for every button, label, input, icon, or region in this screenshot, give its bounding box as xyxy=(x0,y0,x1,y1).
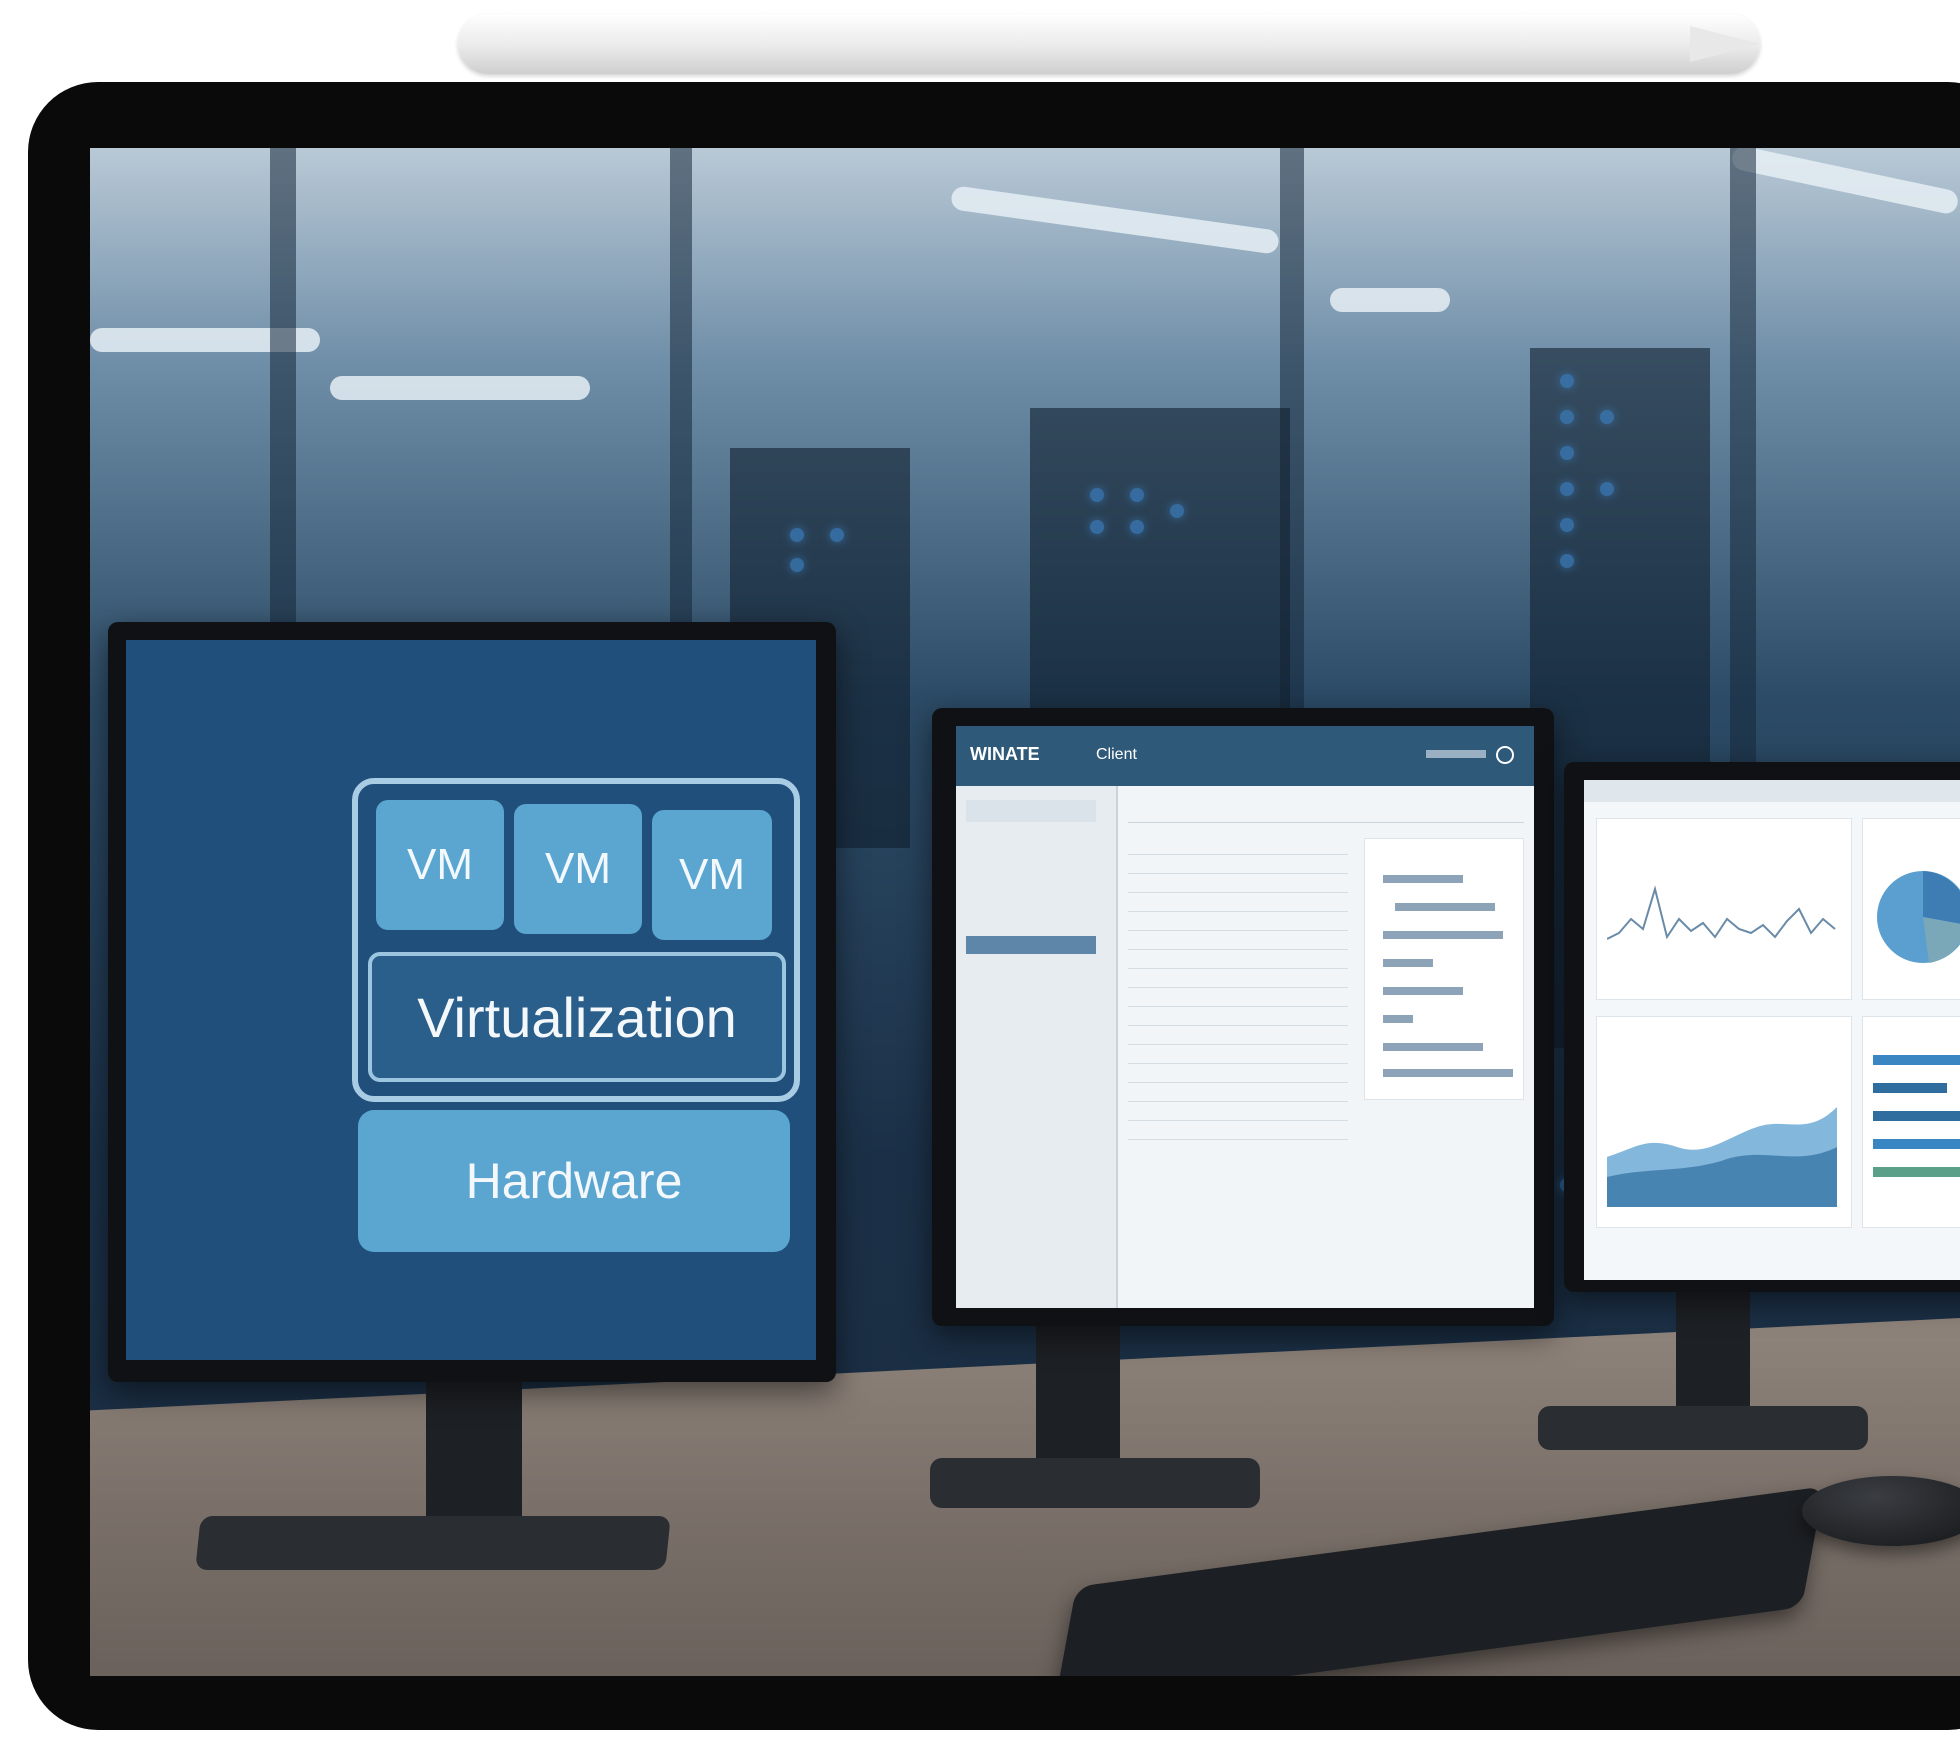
sidebar-item[interactable] xyxy=(966,960,1096,978)
bar xyxy=(1873,1167,1960,1177)
detail-bar xyxy=(1383,931,1503,939)
detail-bar xyxy=(1383,1069,1513,1077)
table-row xyxy=(1128,893,1348,912)
table-row xyxy=(1128,1064,1348,1083)
table-row xyxy=(1128,855,1348,874)
server-led xyxy=(790,528,804,542)
virtualization-label: Virtualization xyxy=(417,985,737,1049)
server-led xyxy=(830,528,844,542)
stylus xyxy=(458,14,1760,74)
vm-box: VM xyxy=(514,804,642,934)
hardware-layer: Hardware xyxy=(358,1110,790,1252)
app-header: WINATE Client xyxy=(956,726,1534,786)
bar xyxy=(1873,1083,1947,1093)
table-row xyxy=(1128,912,1348,931)
line-chart-card xyxy=(1596,818,1852,1000)
sidebar-item[interactable] xyxy=(966,912,1096,930)
sidebar-item[interactable] xyxy=(966,832,1096,850)
area-chart xyxy=(1607,1107,1837,1207)
stylus-tip xyxy=(1690,26,1760,62)
table-row xyxy=(1128,931,1348,950)
server-led xyxy=(1560,410,1574,424)
sidebar-item-selected[interactable] xyxy=(966,936,1096,954)
detail-bar xyxy=(1383,1015,1413,1023)
detail-panel xyxy=(1364,838,1524,1100)
server-led xyxy=(1600,482,1614,496)
line-chart xyxy=(1607,885,1836,940)
server-led xyxy=(1090,488,1104,502)
pie-chart-card xyxy=(1862,818,1960,1000)
server-led xyxy=(1130,520,1144,534)
sidebar-item[interactable] xyxy=(966,872,1096,890)
sidebar-item[interactable] xyxy=(966,892,1096,910)
ceiling-light xyxy=(330,376,590,400)
vm-box: VM xyxy=(652,810,772,940)
vm-label: VM xyxy=(679,850,745,899)
table-row xyxy=(1128,1083,1348,1102)
server-led xyxy=(1130,488,1144,502)
server-led xyxy=(1600,410,1614,424)
middle-monitor-screen: WINATE Client xyxy=(956,726,1534,1308)
tablet-screen: VM VM VM Virtualization Hardware WINATE … xyxy=(90,148,1960,1676)
ceiling-light xyxy=(1330,288,1450,312)
detail-bar xyxy=(1383,875,1463,883)
detail-bar xyxy=(1395,903,1495,911)
toolbar xyxy=(1128,796,1524,823)
table-row xyxy=(1128,1121,1348,1140)
bar xyxy=(1873,1139,1960,1149)
virtualization-layer: Virtualization xyxy=(368,952,786,1082)
hardware-label: Hardware xyxy=(465,1153,683,1209)
server-led xyxy=(1560,446,1574,460)
vm-label: VM xyxy=(545,844,611,893)
server-led xyxy=(1560,374,1574,388)
server-led xyxy=(1090,520,1104,534)
sidebar-item[interactable] xyxy=(966,800,1096,822)
detail-bar xyxy=(1383,959,1433,967)
monitor-base xyxy=(930,1458,1260,1508)
monitor-stand xyxy=(1036,1312,1120,1476)
table-row xyxy=(1128,836,1348,855)
table-row xyxy=(1128,1007,1348,1026)
app-title: WINATE xyxy=(970,744,1040,764)
table-row xyxy=(1128,1045,1348,1064)
vm-box: VM xyxy=(376,800,504,930)
sidebar-item[interactable] xyxy=(966,980,1096,998)
app-subtitle: Client xyxy=(1096,746,1137,763)
detail-bar xyxy=(1383,987,1463,995)
settings-icon[interactable] xyxy=(1496,746,1514,764)
table-row xyxy=(1128,1102,1348,1121)
table-row xyxy=(1128,874,1348,893)
bar xyxy=(1873,1111,1960,1121)
table-row xyxy=(1128,988,1348,1007)
table-row xyxy=(1128,950,1348,969)
server-led xyxy=(1560,482,1574,496)
server-led xyxy=(790,558,804,572)
right-monitor-screen xyxy=(1584,780,1960,1280)
detail-bar xyxy=(1383,1043,1483,1051)
header-user-area[interactable] xyxy=(1426,750,1486,758)
table-row xyxy=(1128,969,1348,988)
ceiling-light xyxy=(949,185,1281,255)
vm-label: VM xyxy=(407,840,473,889)
bar xyxy=(1873,1055,1960,1065)
server-led xyxy=(1560,554,1574,568)
ceiling-light xyxy=(1730,148,1960,216)
server-led xyxy=(1170,504,1184,518)
properties-table xyxy=(1128,836,1348,1146)
area-chart-card xyxy=(1596,1016,1852,1228)
pie-chart xyxy=(1877,871,1960,963)
table-row xyxy=(1128,1026,1348,1045)
sidebar-item[interactable] xyxy=(966,852,1096,870)
server-led xyxy=(1560,518,1574,532)
sidebar-item[interactable] xyxy=(966,1000,1096,1018)
monitor-base xyxy=(195,1516,671,1570)
sidebar xyxy=(956,786,1118,1308)
bar-chart-card xyxy=(1862,1016,1960,1228)
monitor-base xyxy=(1538,1406,1868,1450)
dashboard-header xyxy=(1584,780,1960,802)
